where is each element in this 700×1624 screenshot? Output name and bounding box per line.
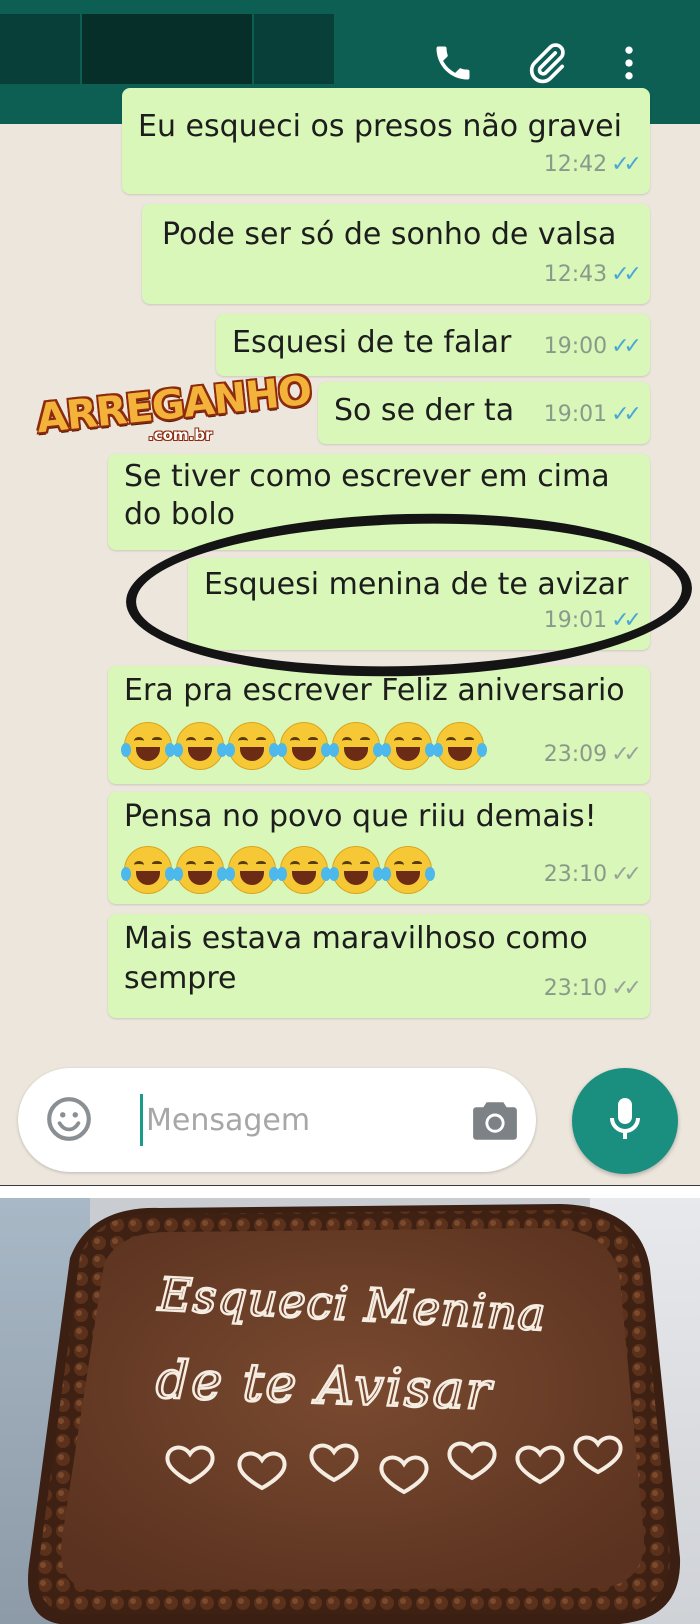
camera-icon[interactable]	[470, 1098, 520, 1142]
message-time: 23:10	[543, 862, 608, 887]
message-meta: 19:00 ✓✓	[543, 326, 642, 368]
laughing-emoji-icon	[225, 846, 279, 894]
delivered-receipt-icon: ✓✓	[611, 862, 642, 887]
read-receipt-icon: ✓✓	[611, 334, 642, 359]
microphone-button[interactable]	[572, 1068, 678, 1174]
read-receipt-icon: ✓✓	[611, 262, 642, 287]
message-time: 23:10	[543, 976, 608, 1001]
read-receipt-icon: ✓✓	[611, 152, 642, 177]
laughing-emoji-icon	[329, 846, 383, 894]
laughing-emoji-icon	[121, 846, 175, 894]
message-input[interactable]	[146, 1096, 446, 1144]
laughing-emoji-icon	[329, 722, 383, 770]
message-bubble[interactable]: Pensa no povo que riiu demais! 23:10 ✓✓	[108, 792, 650, 904]
laughing-emoji-icon	[121, 722, 175, 770]
phone-icon[interactable]	[428, 38, 478, 88]
message-text: Pensa no povo que riiu demais!	[124, 799, 597, 834]
message-text: Eu esqueci os presos não gravei	[138, 109, 622, 144]
microphone-icon	[605, 1095, 645, 1147]
delivered-receipt-icon: ✓✓	[611, 976, 642, 1001]
message-text: Pode ser só de sonho de valsa	[162, 217, 617, 252]
redacted-contact-name	[82, 14, 252, 84]
message-time: 23:09	[543, 742, 608, 767]
text-caret	[140, 1094, 143, 1146]
laughing-emoji-icon	[277, 846, 331, 894]
message-meta: 12:42 ✓✓	[543, 144, 642, 186]
cake-illustration: Esqueci Menina de te Avisar	[28, 1204, 681, 1624]
laughing-emoji-icon	[381, 846, 435, 894]
message-time: 19:01	[543, 402, 608, 427]
message-bubble[interactable]: Esquesi de te falar 19:00 ✓✓	[216, 314, 650, 376]
message-bubble[interactable]: So se der ta 19:01 ✓✓	[318, 382, 650, 444]
message-text-line1: Se tiver como escrever em cima	[124, 459, 610, 494]
watermark-logo: ARREGANHO .com.br	[34, 368, 313, 444]
cake-photo: Esqueci Menina de te Avisar	[0, 1198, 700, 1624]
message-text-line1: Mais estava maravilhoso como	[124, 921, 588, 956]
message-meta: 12:43 ✓✓	[543, 254, 642, 296]
message-bubble[interactable]: Mais estava maravilhoso como sempre 23:1…	[108, 914, 650, 1018]
laughing-emoji-icon	[173, 846, 227, 894]
watermark-domain: .com.br	[148, 426, 213, 444]
message-time: 12:43	[543, 262, 608, 287]
redacted-contact-status	[254, 14, 334, 84]
message-meta: 23:09 ✓✓	[543, 734, 642, 776]
smiley-icon[interactable]	[44, 1094, 94, 1144]
laughing-emoji-icon	[381, 722, 435, 770]
message-bubble[interactable]: Era pra escrever Feliz aniversario 23:09…	[108, 666, 650, 784]
delivered-receipt-icon: ✓✓	[611, 742, 642, 767]
cake-inscription-line2: de te Avisar	[155, 1350, 495, 1422]
laughing-emoji-icon	[173, 722, 227, 770]
message-time: 12:42	[543, 152, 608, 177]
read-receipt-icon: ✓✓	[611, 402, 642, 427]
chat-screenshot: Eu esqueci os presos não gravei 12:42 ✓✓…	[0, 0, 700, 1186]
message-composer	[18, 1068, 536, 1172]
laughing-emoji-icon	[225, 722, 279, 770]
message-meta: 23:10 ✓✓	[543, 854, 642, 896]
message-bubble[interactable]: Pode ser só de sonho de valsa 12:43 ✓✓	[142, 204, 650, 304]
emoji-row	[121, 722, 487, 770]
message-meta: 19:01 ✓✓	[543, 394, 642, 436]
message-bubble[interactable]: Eu esqueci os presos não gravei 12:42 ✓✓	[122, 88, 650, 194]
emoji-row	[121, 846, 435, 894]
message-time: 19:00	[543, 334, 608, 359]
laughing-emoji-icon	[433, 722, 487, 770]
more-vertical-icon[interactable]	[604, 38, 654, 88]
message-meta: 23:10 ✓✓	[543, 968, 642, 1010]
redacted-contact-avatar	[0, 14, 80, 84]
laughing-emoji-icon	[277, 722, 331, 770]
paperclip-icon[interactable]	[522, 38, 572, 88]
